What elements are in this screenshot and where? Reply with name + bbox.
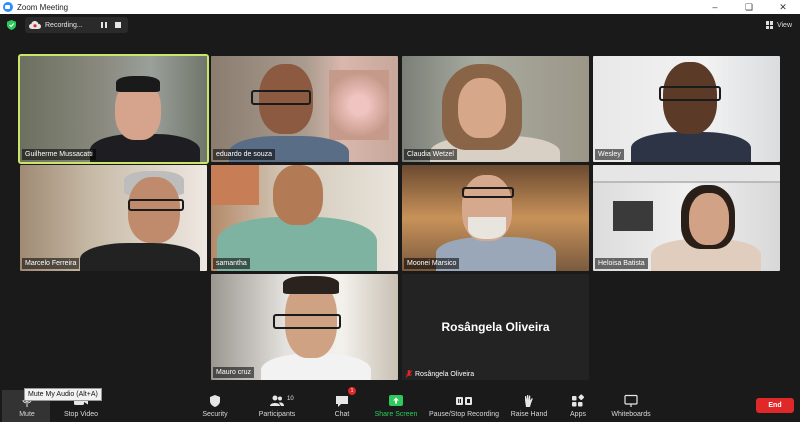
share-screen-button[interactable]: Share Screen (374, 390, 418, 422)
whiteboards-label: Whiteboards (611, 411, 651, 418)
participants-icon (270, 395, 284, 406)
participant-name: samantha (213, 258, 250, 269)
stop-video-label: Stop Video (63, 411, 99, 418)
share-screen-icon (389, 395, 403, 406)
participant-name: Marcelo Ferreira (22, 258, 80, 269)
video-tile-moonei[interactable]: Moonei Marsico (402, 165, 589, 271)
cloud-recording-icon (29, 21, 41, 29)
participant-name: Moonei Marsico (404, 258, 460, 269)
participant-display-name: Rosângela Oliveira (441, 320, 550, 334)
shield-icon (210, 395, 220, 407)
participant-figure (80, 243, 200, 271)
close-button[interactable]: ✕ (766, 0, 800, 14)
participant-name: Guilherme Mussacatti (22, 149, 96, 160)
chat-label: Chat (334, 411, 350, 418)
mute-tooltip: Mute My Audio (Alt+A) (24, 388, 102, 401)
video-tile-wesley[interactable]: Wesley (593, 56, 780, 162)
zoom-logo-icon (3, 2, 13, 12)
participant-hair (116, 76, 160, 92)
whiteboards-button[interactable]: Whiteboards (610, 390, 652, 422)
background-decor (613, 201, 653, 231)
video-tile-eduardo[interactable]: eduardo de souza (211, 56, 398, 162)
participants-label: Participants (258, 411, 296, 418)
pause-stop-recording-icon (456, 397, 472, 405)
participant-face (689, 193, 729, 245)
apps-label: Apps (570, 411, 586, 418)
recording-label: Recording... (45, 21, 83, 29)
video-tile-claudia[interactable]: Claudia Wetzel (402, 56, 589, 162)
window-controls: – ❏ ✕ (698, 0, 800, 14)
video-tile-mauro[interactable]: Mauro cruz (211, 274, 398, 380)
participant-name: Wesley (595, 149, 624, 160)
video-tile-samantha[interactable]: samantha (211, 165, 398, 271)
glasses (273, 314, 341, 329)
participant-name: Heloisa Batista (595, 258, 648, 269)
glasses (659, 86, 721, 101)
whiteboard-icon (624, 394, 638, 407)
participant-name: Mauro cruz (213, 367, 255, 378)
end-meeting-button[interactable]: End (756, 398, 794, 413)
view-button[interactable]: View (765, 19, 792, 31)
video-tile-guilherme[interactable]: Guilherme Mussacatti (18, 54, 209, 164)
participants-button[interactable]: Participants (257, 390, 297, 422)
participant-face (273, 165, 323, 225)
grid-view-icon (765, 21, 774, 29)
participant-name: Rosângela Oliveira (415, 370, 475, 378)
stop-recording-icon[interactable] (115, 22, 121, 28)
chat-button[interactable]: 1 Chat (332, 387, 356, 422)
participant-beard (468, 217, 506, 239)
participant-name-label: Rosângela Oliveira (406, 370, 474, 378)
background-decor (593, 165, 780, 183)
participants-count: 10 (287, 396, 294, 402)
mute-label: Mute (19, 411, 35, 418)
raise-hand-icon (525, 394, 533, 407)
window-title: Zoom Meeting (17, 2, 69, 12)
video-tile-marcelo[interactable]: Marcelo Ferreira (20, 165, 207, 271)
video-tile-heloisa[interactable]: Heloisa Batista (593, 165, 780, 271)
chat-bubble-icon (336, 396, 348, 407)
participant-figure (631, 132, 751, 162)
apps-icon (572, 394, 585, 407)
background-decor (329, 70, 389, 140)
participant-face (458, 78, 506, 138)
pause-stop-recording-button[interactable]: Pause/Stop Recording (428, 390, 500, 422)
chat-unread-badge: 1 (348, 387, 356, 395)
participant-hair (283, 276, 339, 294)
pause-recording-icon[interactable] (101, 22, 107, 28)
participant-name: Claudia Wetzel (404, 149, 457, 160)
shield-icon[interactable] (7, 20, 16, 30)
window-titlebar: Zoom Meeting – ❏ ✕ (0, 0, 800, 14)
meeting-toolbar: Mute Stop Video Security Participants 10… (0, 387, 800, 422)
minimize-button[interactable]: – (698, 0, 732, 14)
background-decor (211, 165, 259, 205)
glasses (128, 199, 184, 211)
apps-button[interactable]: Apps (567, 390, 589, 422)
security-button[interactable]: Security (200, 390, 230, 422)
view-label: View (776, 21, 792, 29)
raise-hand-button[interactable]: Raise Hand (510, 390, 548, 422)
participant-name: eduardo de souza (213, 149, 276, 160)
video-tile-rosangela[interactable]: Rosângela Oliveira Rosângela Oliveira (402, 274, 589, 380)
glasses (462, 187, 514, 198)
pause-stop-recording-label: Pause/Stop Recording (428, 411, 500, 418)
security-label: Security (202, 411, 228, 418)
share-screen-label: Share Screen (374, 411, 418, 418)
mic-muted-icon (406, 370, 412, 378)
recording-indicator: Recording... (25, 17, 128, 33)
meeting-topbar: Recording... View (0, 14, 800, 36)
maximize-button[interactable]: ❏ (732, 0, 766, 14)
raise-hand-label: Raise Hand (510, 411, 548, 418)
glasses (251, 90, 311, 105)
